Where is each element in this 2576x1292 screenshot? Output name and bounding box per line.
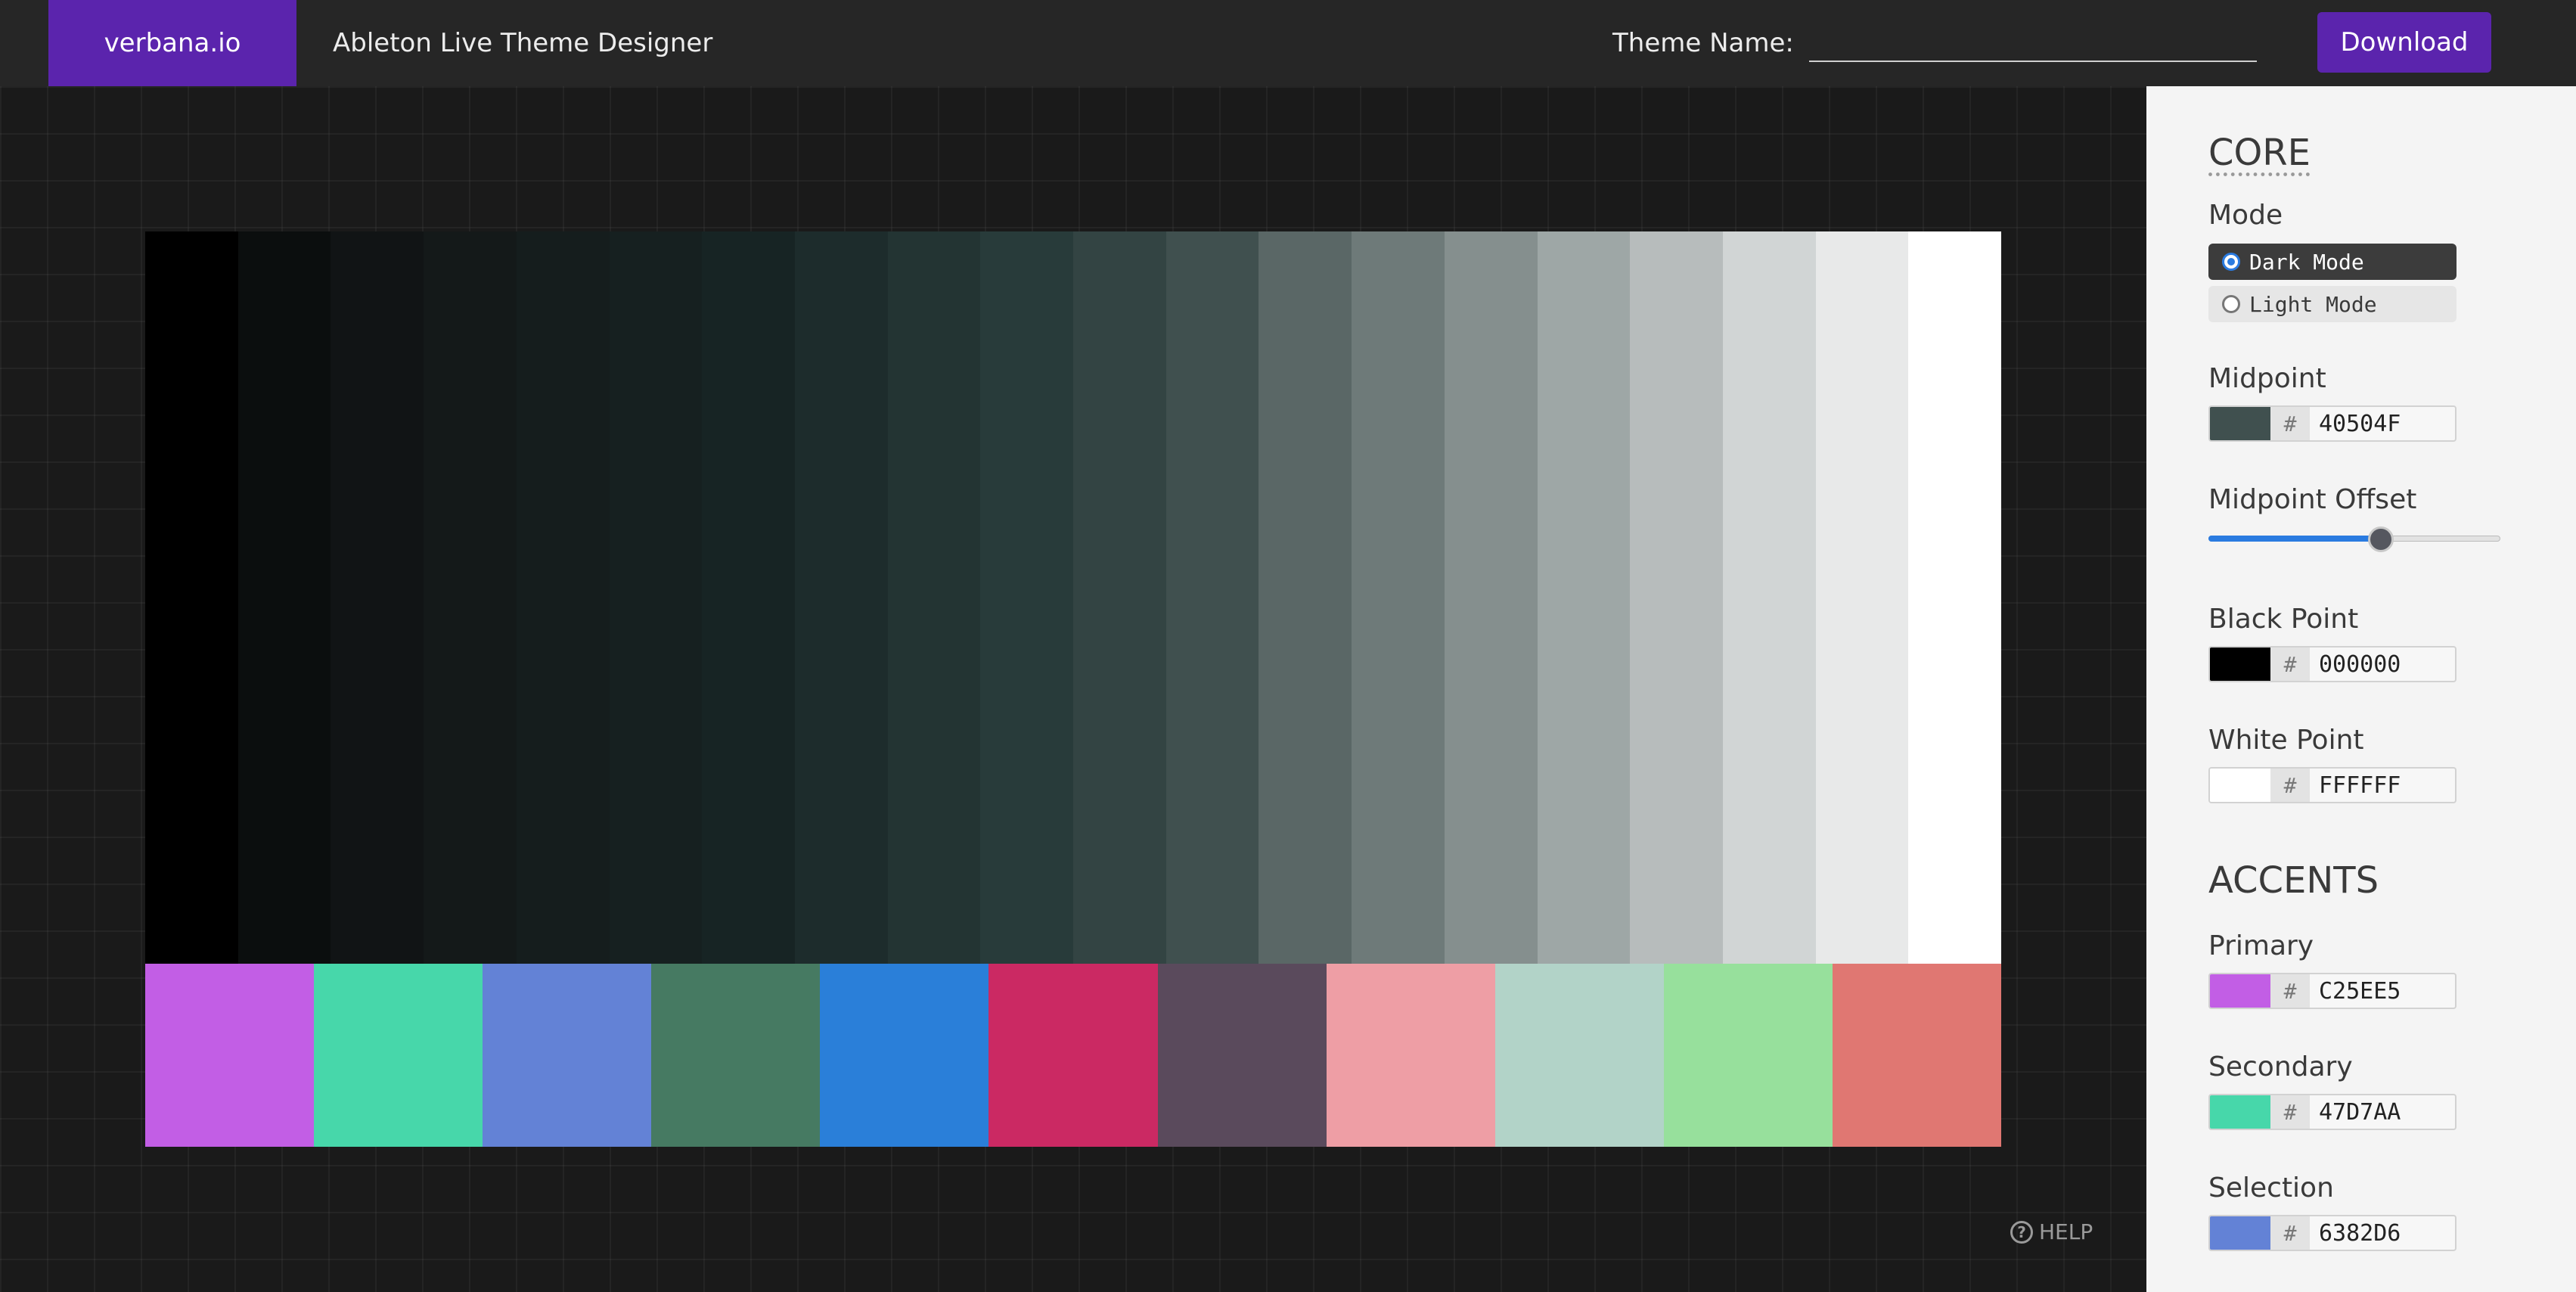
mode-label: Mode	[2208, 200, 2283, 231]
gray-ramp-swatch	[516, 231, 610, 964]
black-point-label: Black Point	[2208, 604, 2359, 635]
secondary-hex-input[interactable]: 47D7AA	[2310, 1095, 2455, 1129]
midpoint-swatch[interactable]	[2210, 407, 2270, 440]
primary-color-field[interactable]: # C25EE5	[2208, 973, 2457, 1009]
settings-panel: CORE Mode Dark Mode Light Mode Midpoint …	[2146, 86, 2576, 1292]
white-point-swatch[interactable]	[2210, 769, 2270, 802]
gray-ramp-swatch	[1630, 231, 1723, 964]
accent-swatches	[145, 964, 2002, 1147]
question-circle-icon: ?	[2010, 1220, 2033, 1244]
midpoint-color-field[interactable]: # 40504F	[2208, 405, 2457, 442]
accent-preview-swatch	[314, 964, 483, 1147]
gray-ramp	[145, 231, 2002, 964]
white-point-color-field[interactable]: # FFFFFF	[2208, 767, 2457, 803]
mode-option-light[interactable]: Light Mode	[2208, 286, 2457, 322]
secondary-color-field[interactable]: # 47D7AA	[2208, 1094, 2457, 1130]
gray-ramp-swatch	[331, 231, 424, 964]
radio-selected-icon	[2222, 253, 2240, 271]
accent-preview-swatch	[1157, 964, 1327, 1147]
selection-hex-input[interactable]: 6382D6	[2310, 1216, 2455, 1250]
gray-ramp-swatch	[887, 231, 981, 964]
black-point-color-field[interactable]: # 000000	[2208, 646, 2457, 682]
download-button[interactable]: Download	[2317, 12, 2491, 73]
gray-ramp-swatch	[1073, 231, 1166, 964]
gray-ramp-swatch	[980, 231, 1074, 964]
gray-ramp-swatch	[1908, 231, 2002, 964]
accent-preview-swatch	[145, 964, 315, 1147]
help-link[interactable]: ? HELP	[2010, 1219, 2093, 1244]
slider-thumb[interactable]	[2367, 526, 2394, 552]
help-label: HELP	[2039, 1219, 2093, 1244]
hash-symbol: #	[2270, 648, 2310, 681]
brand-logo[interactable]: verbana.io	[48, 0, 296, 86]
gray-ramp-swatch	[1444, 231, 1538, 964]
accent-preview-swatch	[1663, 964, 1833, 1147]
theme-preview	[145, 231, 2002, 1147]
selection-color-field[interactable]: # 6382D6	[2208, 1215, 2457, 1251]
accent-preview-swatch	[483, 964, 652, 1147]
hash-symbol: #	[2270, 407, 2310, 440]
primary-swatch[interactable]	[2210, 974, 2270, 1008]
midpoint-offset-label: Midpoint Offset	[2208, 484, 2417, 515]
gray-ramp-swatch	[1815, 231, 1909, 964]
theme-name-input[interactable]	[1809, 27, 2257, 62]
gray-ramp-swatch	[1722, 231, 1816, 964]
slider-fill	[2208, 536, 2381, 542]
mode-option-label: Light Mode	[2249, 291, 2377, 317]
preview-workspace: ? HELP	[0, 86, 2146, 1292]
gray-ramp-swatch	[237, 231, 331, 964]
gray-ramp-swatch	[424, 231, 517, 964]
secondary-swatch[interactable]	[2210, 1095, 2270, 1129]
hash-symbol: #	[2270, 769, 2310, 802]
hash-symbol: #	[2270, 1216, 2310, 1250]
primary-label: Primary	[2208, 930, 2314, 961]
accent-preview-swatch	[651, 964, 821, 1147]
accent-preview-swatch	[1832, 964, 2002, 1147]
radio-unselected-icon	[2222, 295, 2240, 313]
accent-preview-swatch	[1326, 964, 1495, 1147]
top-bar: verbana.io Ableton Live Theme Designer T…	[0, 0, 2576, 86]
gray-ramp-swatch	[609, 231, 703, 964]
accent-preview-swatch	[1494, 964, 1664, 1147]
gray-ramp-swatch	[1537, 231, 1631, 964]
gray-ramp-swatch	[1352, 231, 1445, 964]
white-point-hex-input[interactable]: FFFFFF	[2310, 769, 2455, 802]
accent-preview-swatch	[820, 964, 989, 1147]
midpoint-hex-input[interactable]: 40504F	[2310, 407, 2455, 440]
hash-symbol: #	[2270, 1095, 2310, 1129]
black-point-swatch[interactable]	[2210, 648, 2270, 681]
core-section-title: CORE	[2208, 132, 2311, 174]
gray-ramp-swatch	[145, 231, 238, 964]
accents-section-title: ACCENTS	[2208, 859, 2379, 902]
gray-ramp-swatch	[702, 231, 795, 964]
mode-option-label: Dark Mode	[2249, 249, 2364, 275]
selection-swatch[interactable]	[2210, 1216, 2270, 1250]
gray-ramp-swatch	[1259, 231, 1352, 964]
accent-preview-swatch	[989, 964, 1158, 1147]
mode-option-dark[interactable]: Dark Mode	[2208, 244, 2457, 280]
theme-name-label: Theme Name:	[1612, 28, 1794, 58]
gray-ramp-swatch	[794, 231, 888, 964]
white-point-label: White Point	[2208, 725, 2364, 756]
hash-symbol: #	[2270, 974, 2310, 1008]
black-point-hex-input[interactable]: 000000	[2310, 648, 2455, 681]
primary-hex-input[interactable]: C25EE5	[2310, 974, 2455, 1008]
selection-label: Selection	[2208, 1172, 2334, 1203]
midpoint-offset-slider[interactable]	[2208, 526, 2500, 552]
app-title: Ableton Live Theme Designer	[333, 28, 713, 58]
secondary-label: Secondary	[2208, 1051, 2353, 1082]
gray-ramp-swatch	[1165, 231, 1259, 964]
midpoint-label: Midpoint	[2208, 363, 2326, 394]
